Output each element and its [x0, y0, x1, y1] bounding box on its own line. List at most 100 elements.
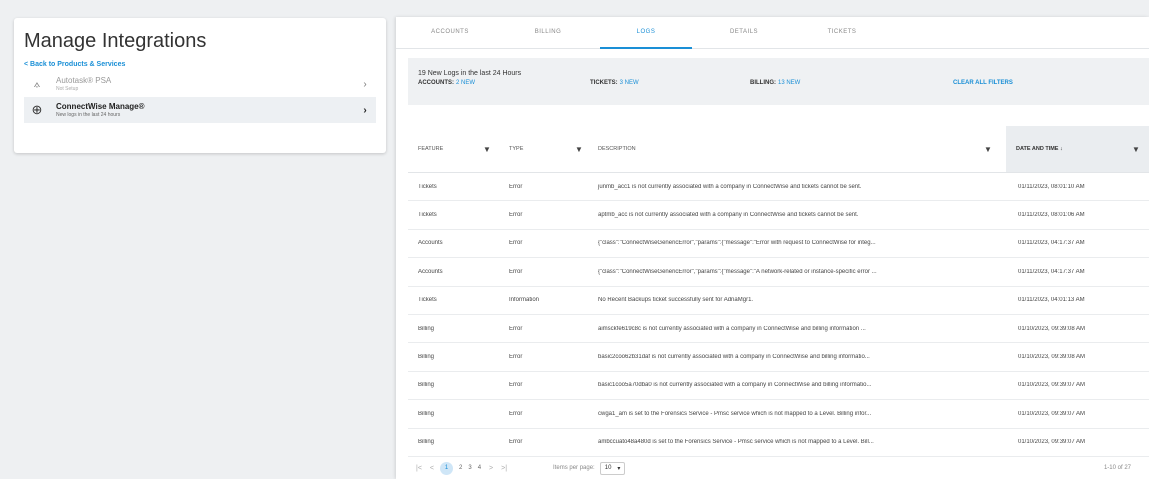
table-header: FEATURE ▼ TYPE ▼ DESCRIPTION ▼ DATE AND …: [408, 126, 1149, 173]
cell-feature: Billing: [418, 325, 435, 332]
page-1-button[interactable]: 1: [440, 461, 453, 475]
column-header-description[interactable]: DESCRIPTION ▼: [588, 126, 1006, 172]
column-header-feature[interactable]: FEATURE ▼: [408, 126, 499, 172]
page-2-button[interactable]: 2: [459, 465, 462, 471]
cell-description: basic2coo62b31daf is not currently assoc…: [598, 354, 870, 361]
cell-date: 01/10/2023, 09:39:07 AM: [1018, 382, 1086, 389]
page-title: Manage Integrations: [24, 30, 207, 52]
autotask-icon: ⟑: [33, 77, 41, 90]
last-page-button[interactable]: >|: [501, 465, 507, 472]
cell-feature: Billing: [418, 410, 435, 417]
logs-table: FEATURE ▼ TYPE ▼ DESCRIPTION ▼ DATE AND …: [408, 126, 1149, 457]
cell-feature: Accounts: [418, 268, 443, 275]
cell-type: Error: [509, 325, 523, 332]
cell-description: No Recent Backups ticket successfully se…: [598, 297, 754, 304]
logs-summary: 19 New Logs in the last 24 Hours ACCOUNT…: [408, 58, 1149, 105]
cell-date: 01/10/2023, 09:39:07 AM: [1018, 439, 1086, 446]
tab-tickets[interactable]: TICKETS: [796, 17, 888, 48]
cell-description: junmb_acc1 is not currently associated w…: [598, 183, 862, 190]
cell-description: {"class":"ConnectWiseGenericError","para…: [598, 268, 877, 275]
cell-type: Error: [509, 240, 523, 247]
table-row[interactable]: Billing Error basic1coo5a70dba0 is not cur…: [408, 372, 1149, 401]
cell-feature: Tickets: [418, 297, 437, 304]
cell-date: 01/10/2023, 09:39:08 AM: [1018, 354, 1086, 361]
cell-type: Error: [509, 212, 523, 219]
cell-description: cwga1_am is set to the Forensics Service…: [598, 410, 872, 417]
page-3-button[interactable]: 3: [468, 465, 471, 471]
filter-icon[interactable]: ▼: [1132, 145, 1140, 154]
table-row[interactable]: Tickets Error aptmb_acc is not currently a…: [408, 201, 1149, 230]
tab-bar: ACCOUNTS BILLING LOGS DETAILS TICKETS: [396, 17, 1149, 49]
caret-down-icon: ▾: [617, 465, 621, 472]
cell-date: 01/11/2023, 04:17:37 AM: [1018, 268, 1085, 275]
prev-page-button[interactable]: <: [430, 465, 434, 472]
integration-name: Autotask® PSA: [56, 76, 112, 85]
column-header-date[interactable]: DATE AND TIME ↓ ▼: [1006, 126, 1149, 172]
cell-feature: Accounts: [418, 240, 443, 247]
page-range: 1-10 of 27: [1103, 465, 1131, 471]
summary-heading: 19 New Logs in the last 24 Hours: [418, 70, 522, 77]
plus-circle-icon: ⊕: [31, 102, 43, 117]
cell-date: 01/11/2023, 08:01:10 AM: [1018, 183, 1085, 190]
filter-accounts[interactable]: ACCOUNTS: 2 NEW: [418, 80, 475, 86]
first-page-button[interactable]: |<: [416, 465, 422, 472]
cell-type: Error: [509, 439, 523, 446]
items-per-page-label: Items per page:: [553, 465, 595, 471]
table-row[interactable]: Billing Error aimsckfe619c8c is not curren…: [408, 315, 1149, 344]
back-to-products-link[interactable]: < Back to Products & Services: [24, 61, 376, 68]
filter-icon[interactable]: ▼: [483, 145, 491, 154]
tab-details[interactable]: DETAILS: [698, 17, 790, 48]
cell-type: Error: [509, 268, 523, 275]
column-header-type[interactable]: TYPE ▼: [499, 126, 588, 172]
cell-type: Error: [509, 183, 523, 190]
cell-description: aimsckfe619c8c is not currently associat…: [598, 325, 866, 332]
pagination: |< < 1 2 3 4 > >| Items per page: 10 ▾ 1…: [408, 458, 1149, 478]
cell-description: basic1coo5a70dba0 is not currently assoc…: [598, 382, 872, 389]
cell-description: ambccuato48a480d is set to the Forensics…: [598, 439, 874, 446]
table-row[interactable]: Billing Error ambccuato48a480d is set to t…: [408, 429, 1149, 457]
cell-date: 01/11/2023, 04:17:37 AM: [1018, 240, 1085, 247]
cell-type: Error: [509, 354, 523, 361]
filter-icon[interactable]: ▼: [575, 145, 583, 154]
filter-billing[interactable]: BILLING: 13 NEW: [750, 80, 800, 86]
cell-feature: Tickets: [418, 212, 437, 219]
cell-feature: Billing: [418, 439, 435, 446]
clear-all-filters-link[interactable]: CLEAR ALL FILTERS: [953, 80, 1013, 86]
table-row[interactable]: Billing Error cwga1_am is set to the Foren…: [408, 400, 1149, 429]
page-4-button[interactable]: 4: [478, 465, 481, 471]
cell-type: Information: [509, 297, 540, 304]
integrations-card: Manage Integrations < Back to Products &…: [14, 18, 386, 153]
table-row[interactable]: Accounts Error {"class":"ConnectWiseGeneri…: [408, 230, 1149, 259]
table-row[interactable]: Tickets Information No Recent Backups tick…: [408, 287, 1149, 315]
integration-status: Not Setup: [56, 86, 79, 92]
tab-billing[interactable]: BILLING: [502, 17, 594, 48]
cell-description: {"class":"ConnectWiseGenericError","para…: [598, 240, 876, 247]
cell-date: 01/10/2023, 09:39:07 AM: [1018, 410, 1086, 417]
cell-type: Error: [509, 382, 523, 389]
integration-item-autotask[interactable]: ⟑ Autotask® PSA Not Setup ›: [24, 71, 376, 97]
filter-tickets[interactable]: TICKETS: 3 NEW: [590, 80, 639, 86]
table-body: Tickets Error junmb_acc1 is not currently …: [408, 173, 1149, 457]
integration-name: ConnectWise Manage®: [56, 102, 145, 111]
cell-feature: Tickets: [418, 183, 437, 190]
logs-panel: ACCOUNTS BILLING LOGS DETAILS TICKETS 19…: [396, 17, 1149, 479]
cell-description: aptmb_acc is not currently associated wi…: [598, 212, 859, 219]
chevron-right-icon: ›: [363, 104, 367, 116]
tab-logs[interactable]: LOGS: [600, 17, 692, 49]
cell-type: Error: [509, 410, 523, 417]
tab-accounts[interactable]: ACCOUNTS: [404, 17, 496, 48]
table-row[interactable]: Accounts Error {"class":"ConnectWiseGeneri…: [408, 258, 1149, 287]
chevron-right-icon: ›: [363, 78, 367, 90]
next-page-button[interactable]: >: [489, 465, 493, 472]
items-per-page-select[interactable]: 10 ▾: [599, 461, 626, 475]
table-row[interactable]: Billing Error basic2coo62b31daf is not cur…: [408, 343, 1149, 372]
cell-date: 01/11/2023, 04:01:13 AM: [1018, 297, 1085, 304]
cell-feature: Billing: [418, 382, 435, 389]
cell-date: 01/10/2023, 09:39:08 AM: [1018, 325, 1086, 332]
table-row[interactable]: Tickets Error junmb_acc1 is not currently …: [408, 173, 1149, 202]
cell-date: 01/11/2023, 08:01:06 AM: [1018, 212, 1085, 219]
cell-feature: Billing: [418, 354, 435, 361]
filter-icon[interactable]: ▼: [984, 145, 992, 154]
integration-status: New logs in the last 24 hours: [56, 112, 121, 118]
integration-item-connectwise[interactable]: ⊕ ConnectWise Manage® New logs in the la…: [24, 97, 376, 123]
